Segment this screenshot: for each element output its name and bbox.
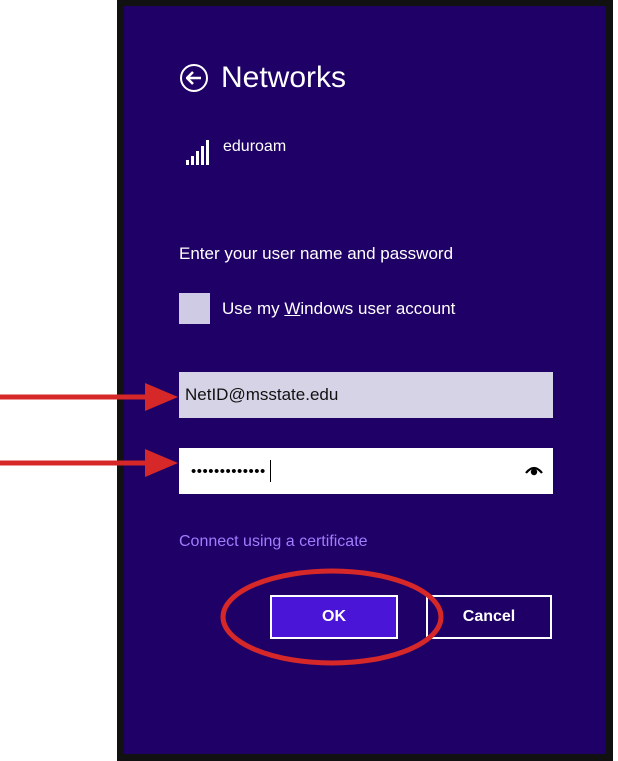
password-value: ••••••••••••• <box>191 462 266 480</box>
back-arrow-circle-icon[interactable] <box>180 64 208 92</box>
text-caret <box>269 460 272 482</box>
header: Networks <box>180 60 346 96</box>
checkbox-label-accesskey: W <box>284 298 301 318</box>
back-arrow-glyph <box>186 71 201 85</box>
use-windows-account-label: Use my Windows user account <box>222 299 455 319</box>
password-input[interactable]: ••••••••••••• <box>179 448 553 494</box>
page-title: Networks <box>221 61 347 94</box>
network-row: eduroam <box>186 138 286 165</box>
ok-button[interactable]: OK <box>270 595 398 639</box>
checkbox-label-suffix: indows user account <box>300 298 456 318</box>
network-credentials-panel: Networks eduroam Enter your user name an… <box>124 6 606 754</box>
checkbox-label-prefix: Use my <box>222 298 285 318</box>
username-value: NetID@msstate.edu <box>185 385 339 404</box>
ok-button-label: OK <box>322 608 346 625</box>
cancel-button[interactable]: Cancel <box>426 595 552 639</box>
credentials-prompt: Enter your user name and password <box>179 244 454 263</box>
username-input[interactable]: NetID@msstate.edu <box>179 372 553 418</box>
use-windows-account-option[interactable]: Use my Windows user account <box>179 293 455 324</box>
eye-reveal-icon[interactable] <box>525 464 543 476</box>
cancel-button-label: Cancel <box>462 608 516 625</box>
signal-strength-icon <box>186 140 211 165</box>
use-windows-account-checkbox[interactable] <box>179 293 210 324</box>
network-name: eduroam <box>223 138 287 155</box>
connect-using-certificate-link[interactable]: Connect using a certificate <box>179 533 368 551</box>
